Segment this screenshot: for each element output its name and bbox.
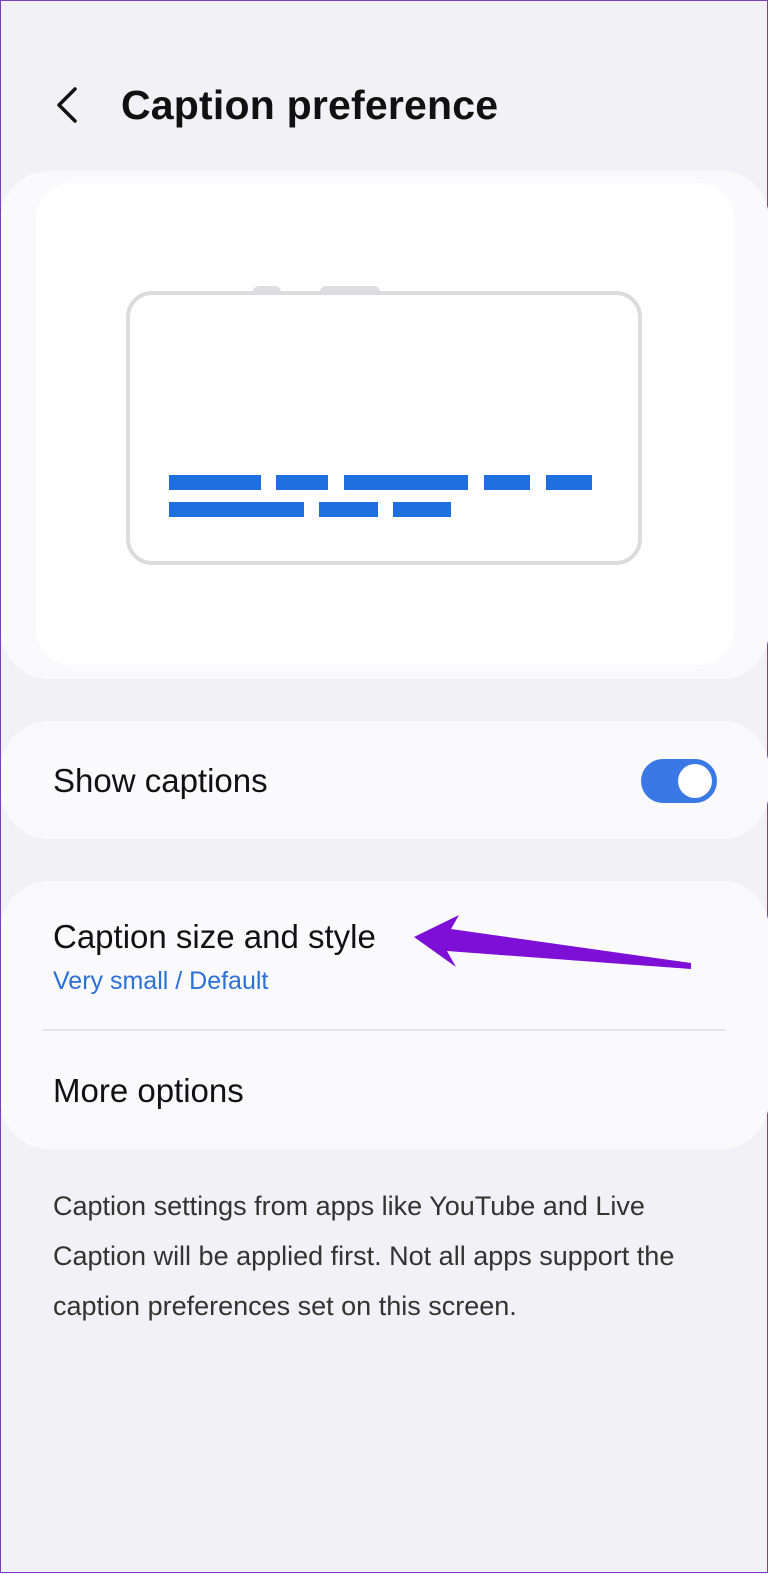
caption-preview [36, 183, 734, 665]
more-options-item[interactable]: More options [1, 1031, 768, 1149]
device-screen [126, 291, 642, 565]
show-captions-label: Show captions [53, 762, 268, 799]
caption-options-card: Caption size and style Very small / Defa… [1, 881, 768, 1149]
caption-preview-card [1, 171, 768, 679]
show-captions-row[interactable]: Show captions [1, 721, 768, 839]
chevron-left-icon [57, 87, 77, 123]
caption-size-style-item[interactable]: Caption size and style Very small / Defa… [1, 881, 768, 1029]
toggle-knob [678, 764, 712, 798]
back-button[interactable] [41, 77, 97, 133]
caption-line-segment [319, 502, 378, 517]
caption-size-style-label: Caption size and style [53, 918, 376, 955]
caption-size-style-value: Very small / Default [53, 967, 269, 995]
more-options-label: More options [53, 1072, 244, 1109]
caption-line-segment [276, 475, 328, 490]
device-preview-illustration [126, 286, 642, 565]
app-header: Caption preference [1, 63, 768, 147]
caption-info-text: Caption settings from apps like YouTube … [53, 1191, 675, 1321]
caption-line-segment [546, 475, 592, 490]
show-captions-toggle[interactable] [641, 759, 717, 803]
caption-line-segment [344, 475, 468, 490]
page-title: Caption preference [121, 82, 499, 128]
caption-line-segment [484, 475, 530, 490]
caption-line-segment [393, 502, 451, 517]
caption-line-segment [169, 502, 304, 517]
caption-line-segment [169, 475, 261, 490]
